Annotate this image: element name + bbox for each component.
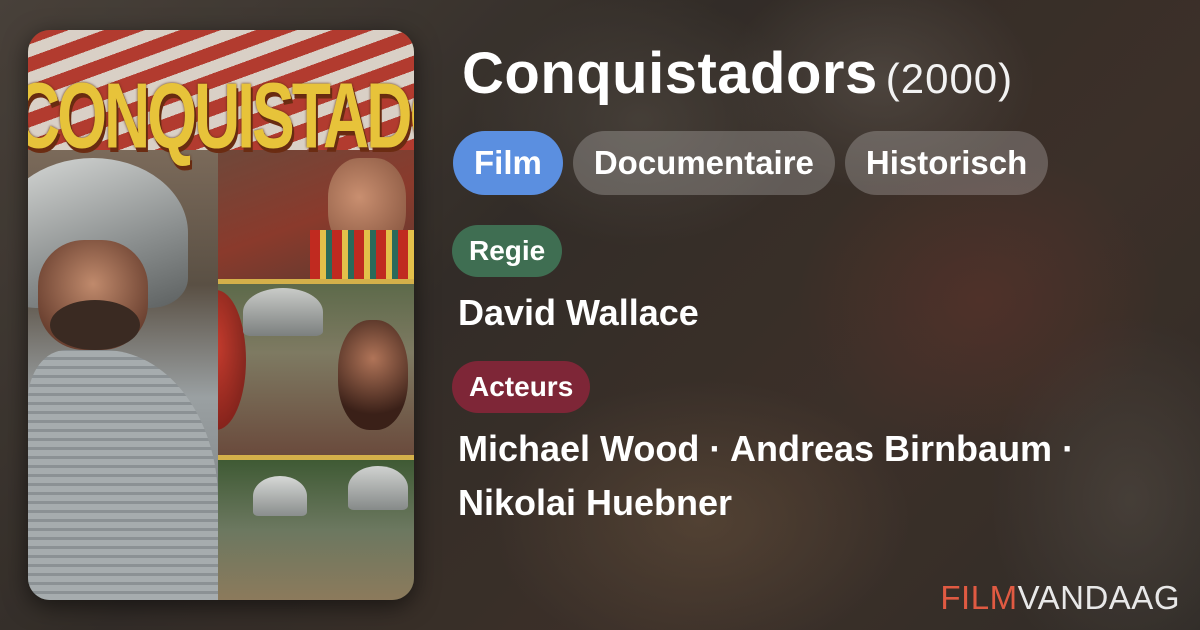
film-title: Conquistadors — [462, 41, 878, 106]
director-name[interactable]: David Wallace — [458, 286, 699, 340]
genre-chips: Film Documentaire Historisch — [453, 131, 1049, 195]
movie-poster[interactable]: CONQUISTADOR — [28, 30, 414, 600]
genre-chip-documentaire[interactable]: Documentaire — [572, 131, 835, 195]
genre-chip-film[interactable]: Film — [453, 131, 563, 195]
cast-label: Acteurs — [452, 361, 591, 413]
brand-logo-part-film: FILM — [940, 579, 1018, 616]
genre-chip-historisch[interactable]: Historisch — [844, 131, 1049, 195]
brand-logo-part-vandaag: VANDAAG — [1017, 579, 1180, 616]
poster-title-logo: CONQUISTADOR — [28, 63, 414, 168]
director-label: Regie — [452, 225, 563, 277]
cast-list[interactable]: Michael Wood · Andreas Birnbaum · Nikola… — [458, 422, 1158, 530]
page-title: Conquistadors (2000) — [462, 40, 1013, 107]
brand-logo[interactable]: FILMVANDAAG — [940, 579, 1180, 617]
film-year: (2000) — [885, 55, 1014, 102]
